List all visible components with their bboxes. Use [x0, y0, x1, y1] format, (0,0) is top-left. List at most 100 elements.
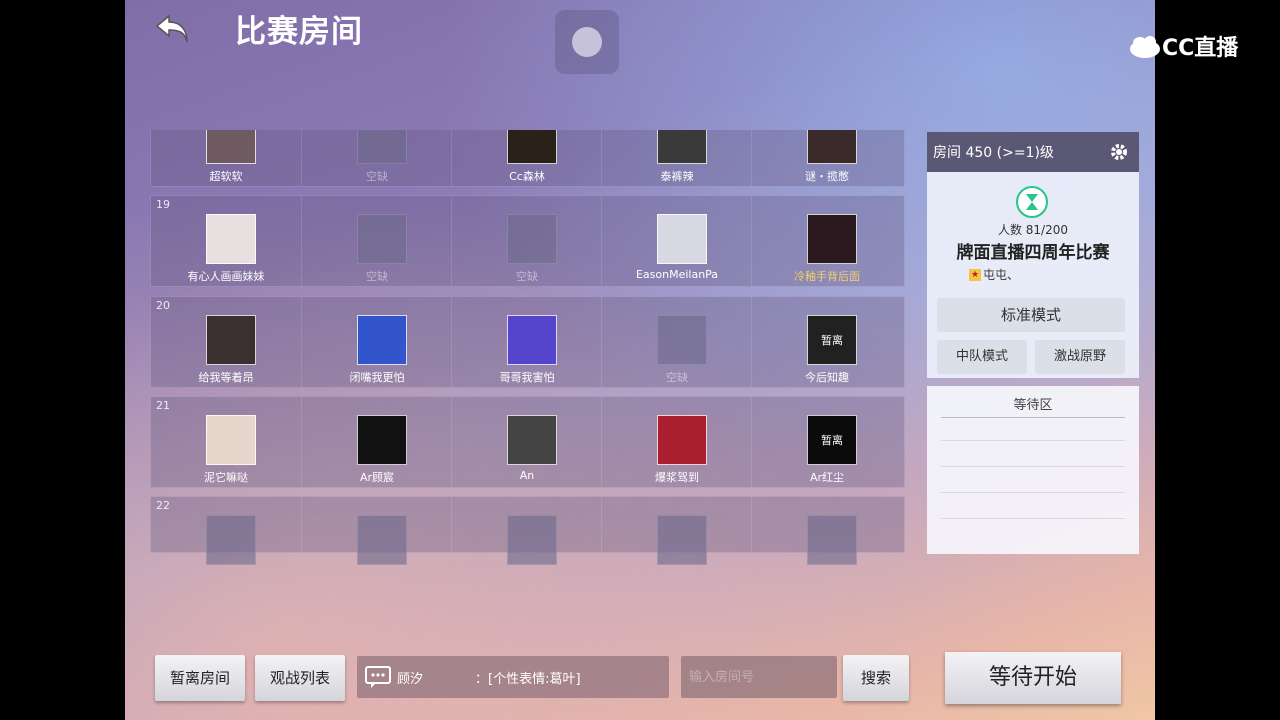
- divider: [941, 518, 1125, 519]
- player-slot[interactable]: 空缺: [301, 196, 451, 286]
- player-name: An: [519, 469, 535, 482]
- player-slot[interactable]: [601, 497, 751, 565]
- player-slot[interactable]: [301, 497, 451, 565]
- avatar: [507, 130, 557, 164]
- room-row: 20 给我等着昂 闭嘴我更怕 哥哥我害怕 空缺 暂离 今后知趣: [150, 296, 905, 388]
- player-slot[interactable]: 空缺: [601, 297, 751, 387]
- player-slot[interactable]: 闭嘴我更怕: [301, 297, 451, 387]
- avatar: [807, 130, 857, 164]
- player-slot[interactable]: [451, 497, 601, 565]
- player-slot[interactable]: 谜・揽憋: [751, 130, 901, 186]
- avatar: [206, 415, 256, 465]
- player-name: 谜・揽憋: [805, 170, 849, 183]
- divider: [941, 466, 1125, 467]
- divider: [941, 440, 1125, 441]
- chat-bubble-icon: [365, 665, 391, 689]
- camera-icon: [555, 10, 619, 74]
- player-name: EasonMeilanPa: [635, 268, 719, 281]
- chat-message: ：[个性表情:葛叶]: [475, 672, 581, 687]
- away-badge: 暂离: [808, 416, 856, 464]
- game-stage: 比赛房间 超软软 空缺 Cc森林 泰裤辣 谜・揽憋 19 有心人画画妹妹 空缺 空缺 EasonM…: [125, 0, 1155, 720]
- player-name: 今后知趣: [805, 371, 849, 384]
- away-room-button[interactable]: 暂离房间: [155, 655, 245, 701]
- avatar: [507, 315, 557, 365]
- avatar: [357, 315, 407, 365]
- mode-battle-button[interactable]: 激战原野: [1035, 340, 1125, 374]
- spectator-list-button[interactable]: 观战列表: [255, 655, 345, 701]
- empty-slot: [657, 515, 707, 565]
- avatar: [657, 130, 707, 164]
- player-slot[interactable]: Cc森林: [451, 130, 601, 186]
- empty-slot: [807, 515, 857, 565]
- player-slot[interactable]: 泥它嘛哒: [151, 397, 301, 487]
- player-slot[interactable]: [151, 497, 301, 565]
- player-slot[interactable]: 爆浆驾到: [601, 397, 751, 487]
- waiting-area: 等待区: [927, 386, 1139, 554]
- room-search-input[interactable]: [681, 656, 837, 698]
- player-slot[interactable]: EasonMeilanPa: [601, 196, 751, 286]
- chat-bar[interactable]: 顾汐 ：[个性表情:葛叶]: [357, 656, 669, 698]
- avatar: [206, 315, 256, 365]
- empty-slot: [357, 515, 407, 565]
- search-button[interactable]: 搜索: [843, 655, 909, 701]
- mode-standard-button[interactable]: 标准模式: [937, 298, 1125, 332]
- player-slot[interactable]: 冷釉手背后面: [751, 196, 901, 286]
- player-name: 给我等着昂: [198, 371, 254, 384]
- room-info-panel: 房间 450 (>=1)级 人数 81/200 牌面直播四周年比赛 ★ 屯屯、 …: [927, 132, 1139, 554]
- player-slot[interactable]: 超软软: [151, 130, 301, 186]
- waiting-area-title: 等待区: [1013, 398, 1053, 413]
- player-slot[interactable]: [751, 497, 901, 565]
- room-row: 19 有心人画画妹妹 空缺 空缺 EasonMeilanPa 冷釉手背后面: [150, 195, 905, 287]
- room-row: 21 泥它嘛哒 Ar顾宸 An 爆浆驾到 暂离 Ar红尘: [150, 396, 905, 488]
- player-slot[interactable]: 给我等着昂: [151, 297, 301, 387]
- player-name: 爆浆驾到: [655, 471, 699, 484]
- room-row: 22: [150, 496, 905, 565]
- empty-slot: [507, 214, 557, 264]
- player-slot[interactable]: 有心人画画妹妹: [151, 196, 301, 286]
- avatar: [657, 214, 707, 264]
- empty-slot: [507, 515, 557, 565]
- player-name: 超软软: [209, 170, 243, 183]
- chat-user: 顾汐: [397, 672, 424, 687]
- player-slot[interactable]: 泰裤辣: [601, 130, 751, 186]
- avatar: [657, 415, 707, 465]
- player-name: 空缺: [666, 371, 688, 384]
- player-name: 闭嘴我更怕: [349, 371, 405, 384]
- avatar: 暂离: [807, 315, 857, 365]
- divider: [941, 492, 1125, 493]
- player-name: 空缺: [516, 270, 538, 283]
- avatar: 暂离: [807, 415, 857, 465]
- player-name: 泰裤辣: [660, 170, 694, 183]
- avatar: [807, 214, 857, 264]
- player-name: 哥哥我害怕: [499, 371, 555, 384]
- away-badge: 暂离: [808, 316, 856, 364]
- page-title: 比赛房间: [235, 14, 363, 50]
- player-slot[interactable]: An: [451, 397, 601, 487]
- start-button[interactable]: 等待开始: [945, 652, 1121, 704]
- empty-slot: [657, 315, 707, 365]
- empty-slot: [206, 515, 256, 565]
- player-name: Ar顾宸: [359, 471, 395, 484]
- room-row: 超软软 空缺 Cc森林 泰裤辣 谜・揽憋: [150, 130, 905, 187]
- avatar: [206, 130, 256, 164]
- brand-text: CC直播: [1162, 36, 1239, 61]
- avatar: [357, 415, 407, 465]
- room-label: 房间 450 (>=1)级: [933, 145, 1054, 161]
- player-name: 空缺: [366, 270, 388, 283]
- player-slot[interactable]: 暂离 Ar红尘: [751, 397, 901, 487]
- player-slot[interactable]: 空缺: [451, 196, 601, 286]
- player-name: Ar红尘: [809, 471, 845, 484]
- player-slot[interactable]: Ar顾宸: [301, 397, 451, 487]
- player-slot[interactable]: 暂离 今后知趣: [751, 297, 901, 387]
- player-name: 有心人画画妹妹: [187, 270, 265, 283]
- avatar: [507, 415, 557, 465]
- player-name: 空缺: [366, 170, 388, 183]
- player-name: 冷釉手背后面: [794, 270, 860, 283]
- empty-slot: [357, 214, 407, 264]
- gear-icon[interactable]: [1109, 142, 1129, 162]
- back-arrow-icon[interactable]: [153, 12, 193, 46]
- player-slot[interactable]: 空缺: [301, 130, 451, 186]
- avatar: [206, 214, 256, 264]
- mode-team-button[interactable]: 中队模式: [937, 340, 1027, 374]
- player-slot[interactable]: 哥哥我害怕: [451, 297, 601, 387]
